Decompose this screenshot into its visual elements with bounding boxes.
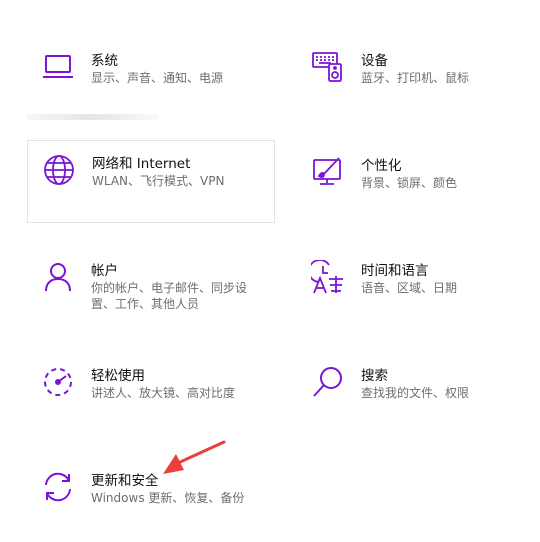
tile-description: 查找我的文件、权限 [361,386,470,400]
tile-system[interactable]: 系统 显示、声音、通知、电源 [27,38,275,122]
paint-brush-icon [311,155,345,189]
tile-description: 语音、区域、日期 [361,281,458,295]
tile-title: 系统 [91,53,118,69]
globe-icon [42,153,76,187]
tile-title: 帐户 [91,263,118,279]
tile-devices[interactable]: 设备 蓝牙、打印机、鼠标 [297,38,540,122]
tile-network[interactable]: 网络和 Internet WLAN、飞行模式、VPN [27,140,275,223]
tile-search[interactable]: 搜索 查找我的文件、权限 [297,353,540,437]
search-icon [311,365,345,399]
tile-description: WLAN、飞行模式、VPN [92,174,225,188]
tile-title: 时间和语言 [361,263,429,279]
tile-title: 个性化 [361,158,402,174]
tile-update-security[interactable]: 更新和安全 Windows 更新、恢复、备份 [27,458,275,542]
tile-description: 蓝牙、打印机、鼠标 [361,71,470,85]
user-icon [41,260,75,294]
tile-title: 设备 [361,53,388,69]
tile-description: 显示、声音、通知、电源 [91,71,224,85]
tile-description: 讲述人、放大镜、高对比度 [91,386,236,400]
tile-description: Windows 更新、恢复、备份 [91,491,245,505]
tile-title: 更新和安全 [91,473,159,489]
devices-icon [311,50,345,84]
time-language-icon [311,260,345,294]
tile-accounts[interactable]: 帐户 你的帐户、电子邮件、同步设置、工作、其他人员 [27,248,275,332]
laptop-icon [41,50,75,84]
tile-personalization[interactable]: 个性化 背景、锁屏、颜色 [297,143,540,227]
tile-title: 搜索 [361,368,388,384]
tile-title: 轻松使用 [91,368,145,384]
ease-of-access-icon [41,365,75,399]
tile-description: 你的帐户、电子邮件、同步设置、工作、其他人员 [91,281,248,311]
tile-description: 背景、锁屏、颜色 [361,176,458,190]
update-sync-icon [41,470,75,504]
tile-title: 网络和 Internet [92,156,191,172]
tile-ease-of-access[interactable]: 轻松使用 讲述人、放大镜、高对比度 [27,353,275,437]
tile-time-language[interactable]: 时间和语言 语音、区域、日期 [297,248,540,332]
